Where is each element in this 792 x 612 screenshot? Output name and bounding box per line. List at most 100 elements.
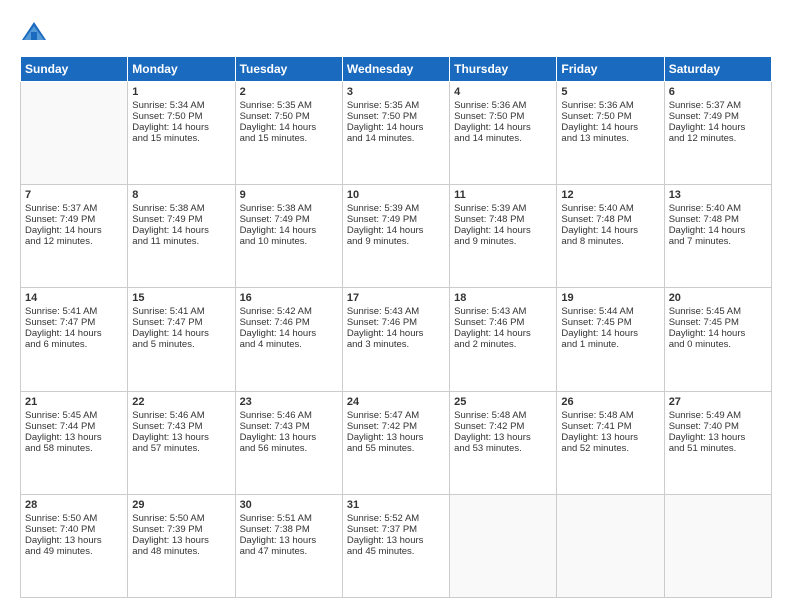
cell-info-line: Sunset: 7:43 PM — [240, 421, 338, 432]
day-number: 17 — [347, 292, 445, 304]
cell-info-line: Sunset: 7:46 PM — [347, 317, 445, 328]
cell-info-line: Sunrise: 5:45 AM — [25, 410, 123, 421]
cell-info-line: Sunrise: 5:43 AM — [347, 306, 445, 317]
cell-info-line: Sunset: 7:47 PM — [132, 317, 230, 328]
cell-info-line: Daylight: 14 hours — [669, 225, 767, 236]
cell-info-line: Daylight: 14 hours — [132, 328, 230, 339]
cell-info-line: Sunrise: 5:40 AM — [561, 203, 659, 214]
page: SundayMondayTuesdayWednesdayThursdayFrid… — [0, 0, 792, 612]
cell-info-line: Sunset: 7:45 PM — [669, 317, 767, 328]
cell-info-line: Daylight: 13 hours — [561, 432, 659, 443]
cell-info-line: and 57 minutes. — [132, 443, 230, 454]
col-header-monday: Monday — [128, 57, 235, 82]
cell-info-line: Sunset: 7:49 PM — [25, 214, 123, 225]
cell-info-line: Sunset: 7:50 PM — [240, 111, 338, 122]
cell-info-line: and 53 minutes. — [454, 443, 552, 454]
cell-info-line: Sunset: 7:42 PM — [454, 421, 552, 432]
cell-info-line: Sunset: 7:47 PM — [25, 317, 123, 328]
cell-info-line: and 11 minutes. — [132, 236, 230, 247]
calendar-cell: 9Sunrise: 5:38 AMSunset: 7:49 PMDaylight… — [235, 185, 342, 288]
calendar-cell: 21Sunrise: 5:45 AMSunset: 7:44 PMDayligh… — [21, 391, 128, 494]
cell-info-line: Daylight: 14 hours — [347, 225, 445, 236]
cell-info-line: Daylight: 14 hours — [347, 328, 445, 339]
calendar-cell: 7Sunrise: 5:37 AMSunset: 7:49 PMDaylight… — [21, 185, 128, 288]
calendar-cell: 1Sunrise: 5:34 AMSunset: 7:50 PMDaylight… — [128, 82, 235, 185]
calendar-cell: 4Sunrise: 5:36 AMSunset: 7:50 PMDaylight… — [450, 82, 557, 185]
cell-info-line: and 13 minutes. — [561, 133, 659, 144]
calendar-cell: 24Sunrise: 5:47 AMSunset: 7:42 PMDayligh… — [342, 391, 449, 494]
cell-info-line: Sunrise: 5:44 AM — [561, 306, 659, 317]
cell-info-line: Daylight: 13 hours — [25, 432, 123, 443]
cell-info-line: Daylight: 13 hours — [240, 432, 338, 443]
day-number: 19 — [561, 292, 659, 304]
cell-info-line: Sunrise: 5:43 AM — [454, 306, 552, 317]
cell-info-line: and 56 minutes. — [240, 443, 338, 454]
cell-info-line: and 0 minutes. — [669, 339, 767, 350]
col-header-thursday: Thursday — [450, 57, 557, 82]
cell-info-line: Sunrise: 5:39 AM — [347, 203, 445, 214]
calendar-cell: 30Sunrise: 5:51 AMSunset: 7:38 PMDayligh… — [235, 494, 342, 597]
day-number: 9 — [240, 189, 338, 201]
cell-info-line: Daylight: 14 hours — [669, 328, 767, 339]
cell-info-line: and 6 minutes. — [25, 339, 123, 350]
cell-info-line: and 55 minutes. — [347, 443, 445, 454]
cell-info-line: and 7 minutes. — [669, 236, 767, 247]
cell-info-line: and 9 minutes. — [454, 236, 552, 247]
calendar-cell: 19Sunrise: 5:44 AMSunset: 7:45 PMDayligh… — [557, 288, 664, 391]
calendar-cell: 11Sunrise: 5:39 AMSunset: 7:48 PMDayligh… — [450, 185, 557, 288]
cell-info-line: Sunrise: 5:48 AM — [454, 410, 552, 421]
day-number: 30 — [240, 499, 338, 511]
day-number: 6 — [669, 86, 767, 98]
calendar-cell: 6Sunrise: 5:37 AMSunset: 7:49 PMDaylight… — [664, 82, 771, 185]
cell-info-line: Sunrise: 5:42 AM — [240, 306, 338, 317]
day-number: 10 — [347, 189, 445, 201]
cell-info-line: Sunset: 7:48 PM — [561, 214, 659, 225]
day-number: 22 — [132, 396, 230, 408]
calendar-cell: 14Sunrise: 5:41 AMSunset: 7:47 PMDayligh… — [21, 288, 128, 391]
cell-info-line: Sunrise: 5:50 AM — [132, 513, 230, 524]
calendar-cell: 15Sunrise: 5:41 AMSunset: 7:47 PMDayligh… — [128, 288, 235, 391]
cell-info-line: Sunrise: 5:35 AM — [347, 100, 445, 111]
calendar-cell — [557, 494, 664, 597]
cell-info-line: Sunrise: 5:38 AM — [240, 203, 338, 214]
cell-info-line: Sunset: 7:49 PM — [132, 214, 230, 225]
calendar-cell: 18Sunrise: 5:43 AMSunset: 7:46 PMDayligh… — [450, 288, 557, 391]
calendar-cell: 8Sunrise: 5:38 AMSunset: 7:49 PMDaylight… — [128, 185, 235, 288]
cell-info-line: Sunrise: 5:38 AM — [132, 203, 230, 214]
cell-info-line: Sunset: 7:41 PM — [561, 421, 659, 432]
cell-info-line: Sunset: 7:49 PM — [347, 214, 445, 225]
cell-info-line: and 15 minutes. — [240, 133, 338, 144]
cell-info-line: Sunrise: 5:41 AM — [132, 306, 230, 317]
day-number: 20 — [669, 292, 767, 304]
cell-info-line: Sunset: 7:50 PM — [132, 111, 230, 122]
cell-info-line: Sunrise: 5:45 AM — [669, 306, 767, 317]
day-number: 23 — [240, 396, 338, 408]
calendar-cell: 17 Sunrise: 5:43 AMSunset: 7:46 PMDayligh… — [342, 288, 449, 391]
cell-info-line: Daylight: 14 hours — [561, 225, 659, 236]
day-number: 14 — [25, 292, 123, 304]
cell-info-line: and 47 minutes. — [240, 546, 338, 557]
cell-info-line: Daylight: 14 hours — [25, 328, 123, 339]
cell-info-line: Sunrise: 5:50 AM — [25, 513, 123, 524]
day-number: 5 — [561, 86, 659, 98]
cell-info-line: Daylight: 13 hours — [347, 535, 445, 546]
cell-info-line: Sunset: 7:49 PM — [669, 111, 767, 122]
cell-info-line: Sunrise: 5:34 AM — [132, 100, 230, 111]
day-number: 24 — [347, 396, 445, 408]
cell-info-line: Sunrise: 5:48 AM — [561, 410, 659, 421]
cell-info-line: and 52 minutes. — [561, 443, 659, 454]
cell-info-line: and 10 minutes. — [240, 236, 338, 247]
cell-info-line: Sunrise: 5:40 AM — [669, 203, 767, 214]
cell-info-line: and 14 minutes. — [347, 133, 445, 144]
cell-info-line: Sunset: 7:39 PM — [132, 524, 230, 535]
cell-info-line: Daylight: 13 hours — [347, 432, 445, 443]
cell-info-line: and 48 minutes. — [132, 546, 230, 557]
cell-info-line: and 2 minutes. — [454, 339, 552, 350]
calendar-cell: 25Sunrise: 5:48 AMSunset: 7:42 PMDayligh… — [450, 391, 557, 494]
day-number: 25 — [454, 396, 552, 408]
cell-info-line: and 1 minute. — [561, 339, 659, 350]
cell-info-line: Sunset: 7:40 PM — [25, 524, 123, 535]
cell-info-line: Sunset: 7:37 PM — [347, 524, 445, 535]
col-header-wednesday: Wednesday — [342, 57, 449, 82]
cell-info-line: Sunset: 7:48 PM — [454, 214, 552, 225]
